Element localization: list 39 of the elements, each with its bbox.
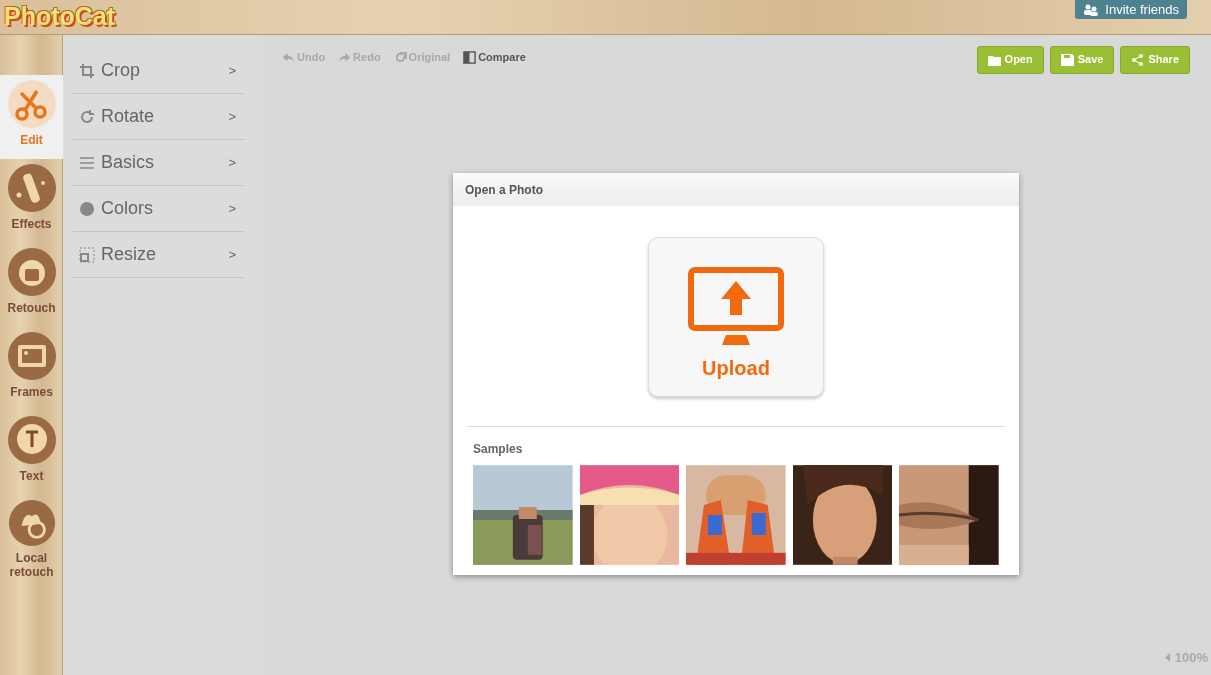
compare-icon [463, 51, 477, 64]
tool-rail-item[interactable]: Text [0, 411, 63, 495]
dialog-title: Open a Photo [465, 181, 543, 199]
crop-icon [79, 62, 95, 79]
tool-rail-label: Frames [9, 385, 54, 399]
logo: PhotoCat [4, 1, 116, 31]
scissors-icon [6, 79, 57, 129]
submenu-item[interactable]: Rotate > [73, 94, 244, 140]
submenu-item[interactable]: Colors > [73, 186, 244, 232]
tool-rail-item[interactable]: Effects [0, 159, 63, 243]
tool-rail-label: Text [18, 469, 45, 483]
submenu-item[interactable]: Crop > [73, 48, 244, 94]
folder-icon [987, 53, 1001, 66]
submenu-item[interactable]: Resize > [73, 232, 244, 278]
tool-rail-item[interactable]: Frames [0, 327, 63, 411]
picture-frame-icon [6, 331, 57, 381]
tool-rail-label: Retouch [6, 301, 57, 315]
tool-rail-item[interactable]: Retouch [0, 243, 63, 327]
tool-rail-item[interactable]: Local retouch [0, 495, 63, 579]
refresh-icon [393, 51, 407, 64]
rotate-icon [79, 108, 95, 125]
tool-rail-item[interactable]: Edit [0, 75, 63, 159]
samples-label: Samples [473, 441, 524, 458]
toolbar-button[interactable]: Compare [463, 49, 526, 66]
people-icon [1083, 3, 1100, 16]
share-icon [1131, 53, 1145, 66]
wand-icon [6, 163, 57, 213]
caret-left-icon [1164, 652, 1171, 662]
submenu-item[interactable]: Basics > [73, 140, 244, 186]
text-bubble-icon [6, 415, 57, 465]
tool-rail-label: Edit [19, 133, 44, 147]
upload-button[interactable]: Upload [648, 237, 824, 397]
tool-rail-label: Local retouch [8, 551, 55, 579]
monitor-upload-icon [688, 267, 784, 347]
tool-rail-label: Effects [10, 217, 53, 231]
undo-icon [282, 51, 295, 64]
invite-friends-button[interactable]: Invite friends [1075, 0, 1187, 19]
resize-icon [79, 246, 95, 263]
redo-icon [338, 51, 352, 64]
